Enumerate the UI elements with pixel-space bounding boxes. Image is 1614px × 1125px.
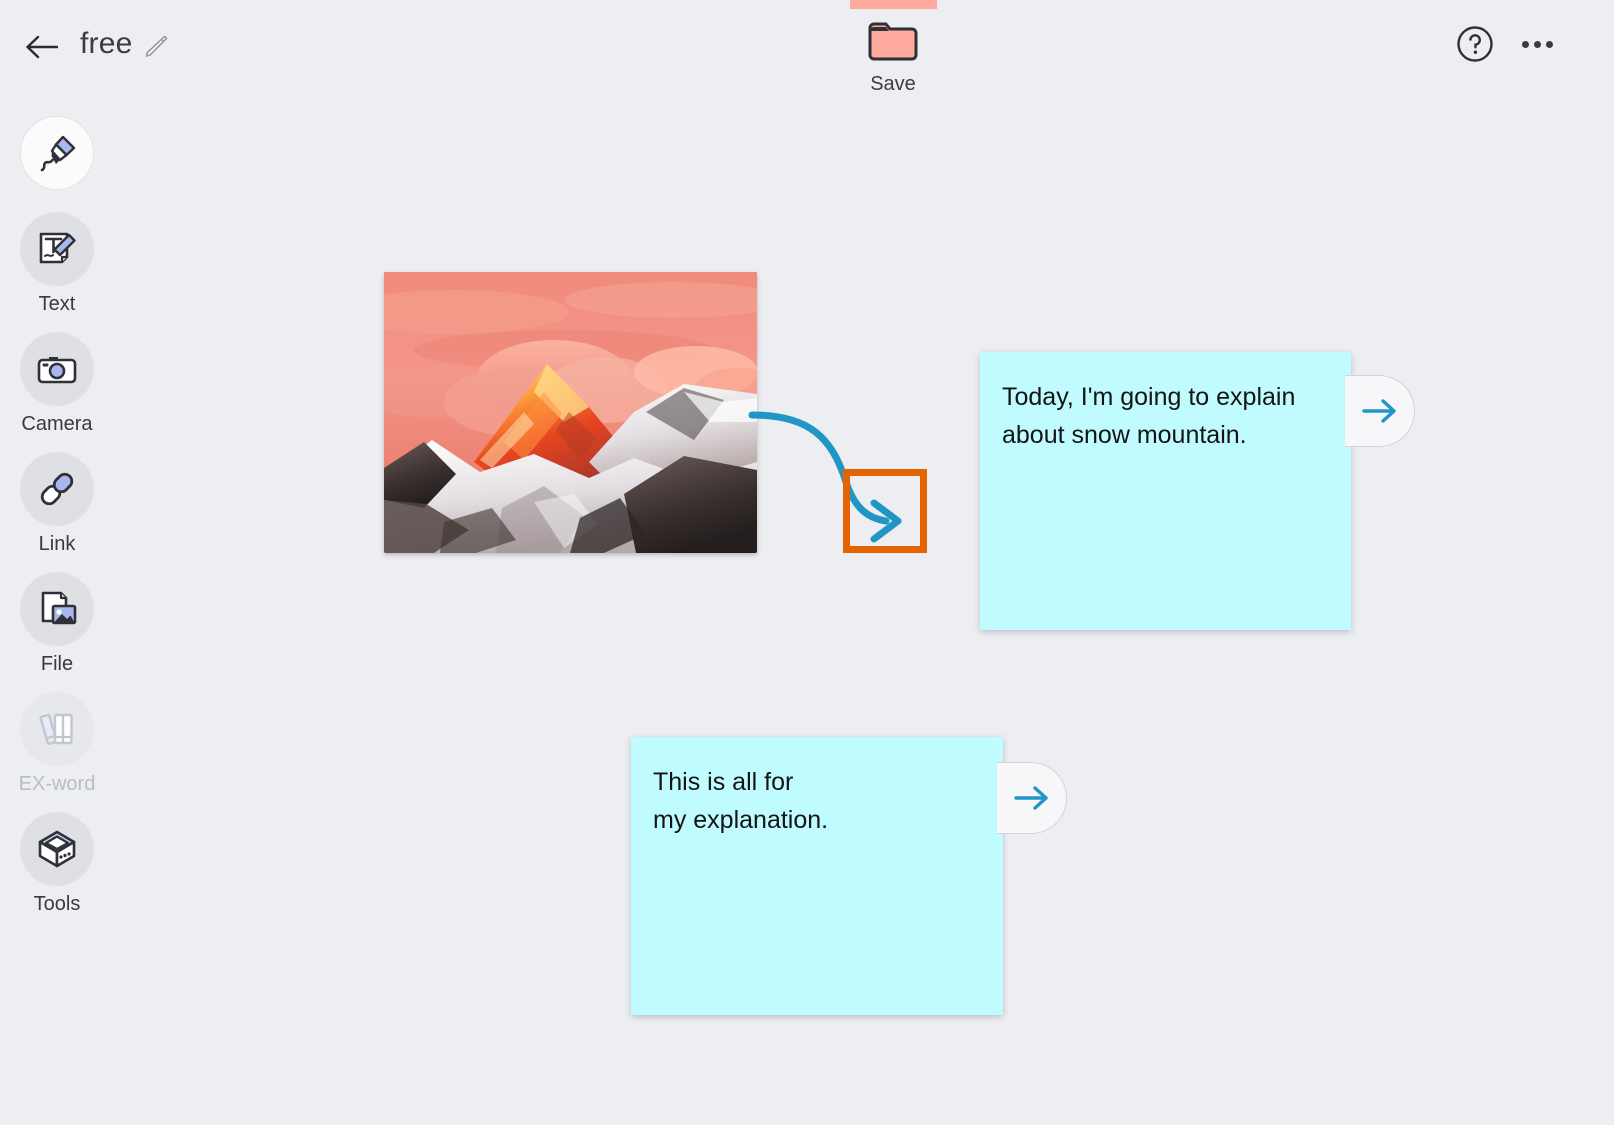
sidebar-item-label: Camera [21, 413, 93, 435]
file-image-icon [41, 591, 77, 625]
back-arrow-icon [26, 35, 58, 59]
whiteboard-canvas[interactable]: Today, I'm going to explain about snow m… [114, 100, 1614, 1125]
sidebar-item-camera[interactable]: Camera [0, 332, 114, 436]
arrow-right-icon [1013, 786, 1048, 810]
more-dot [1545, 40, 1553, 48]
help-button[interactable] [1453, 22, 1497, 66]
save-button[interactable]: Save [845, 18, 941, 103]
sidebar-item-label: Tools [33, 893, 81, 915]
file-bubble [20, 572, 94, 646]
sidebar-item-text[interactable]: Text [0, 212, 114, 316]
sticky-note[interactable]: This is all for my explanation. [631, 737, 1003, 1015]
arrow-right-icon [1361, 399, 1396, 423]
folder-tab-strip [850, 0, 937, 9]
sidebar-item-label: Link [38, 533, 76, 555]
note-expand-tab[interactable] [997, 762, 1067, 834]
sidebar-item-link[interactable]: Link [0, 452, 114, 556]
books-icon [39, 713, 73, 745]
more-options-button[interactable] [1513, 22, 1561, 66]
sidebar-item-file[interactable]: File [0, 572, 114, 676]
snow-mountain-photo[interactable] [384, 272, 757, 553]
more-horizontal-icon [1521, 40, 1529, 48]
sidebar-item-pen[interactable] [0, 116, 114, 196]
sticky-note-text: Today, I'm going to explain about snow m… [1002, 383, 1296, 449]
sidebar-item-label: Text [38, 293, 76, 315]
sidebar-item-label: EX-word [18, 773, 96, 795]
exword-bubble [20, 692, 94, 766]
text-edit-icon [39, 232, 76, 264]
arrow-highlight-box [843, 469, 927, 553]
pencil-edit-icon[interactable] [140, 32, 170, 62]
sticky-note-text: This is all for my explanation. [653, 768, 829, 834]
sidebar-item-tools[interactable]: Tools [0, 812, 114, 916]
tool-sidebar: Text Camera Link File EX-word Tools [0, 108, 114, 916]
camera-icon [37, 357, 77, 384]
more-dot [1533, 40, 1541, 48]
link-bubble [20, 452, 94, 526]
sidebar-item-label: File [40, 653, 74, 675]
link-chain-icon [40, 472, 74, 506]
app-window: free Save Text Camera Link File EX-word … [0, 0, 1614, 1125]
save-button-label: Save [870, 73, 916, 95]
help-circle-icon [1457, 26, 1493, 62]
sticky-note[interactable]: Today, I'm going to explain about snow m… [980, 352, 1351, 630]
tools-bubble [20, 812, 94, 886]
camera-bubble [20, 332, 94, 406]
toolbox-cube-icon [38, 830, 76, 868]
back-button[interactable] [18, 24, 64, 70]
top-toolbar: free Save [0, 0, 1614, 100]
document-title: free [80, 27, 133, 60]
pen-bubble [20, 116, 94, 190]
folder-icon [868, 22, 918, 61]
text-bubble [20, 212, 94, 286]
pen-marker-icon [40, 135, 76, 172]
sidebar-item-exword[interactable]: EX-word [0, 692, 114, 796]
note-expand-tab[interactable] [1345, 375, 1415, 447]
